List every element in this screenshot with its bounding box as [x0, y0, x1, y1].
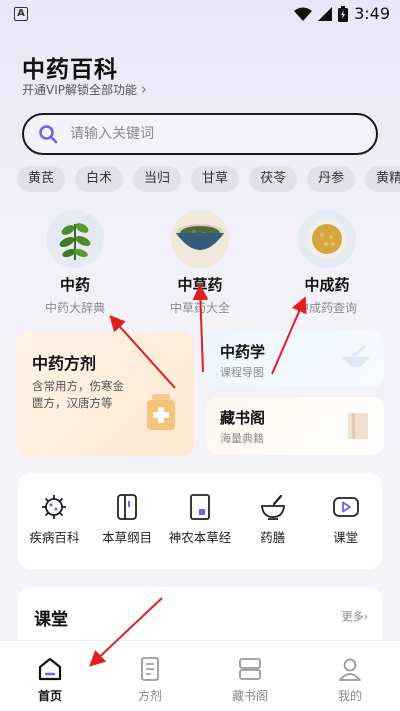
tool-grid: 疾病百科 本草纲目 神农本草经 药膳 课堂 — [18, 473, 382, 569]
category-sub: 中成药查询 — [296, 301, 357, 315]
chip-baizhu[interactable]: 白术 — [75, 166, 124, 192]
tool-jibing[interactable]: 疾病百科 — [19, 493, 89, 569]
chevron-right-icon: › — [363, 610, 368, 623]
chip-huangqi[interactable]: 黄芪 — [17, 166, 66, 192]
category-sub: 中草药大全 — [169, 301, 230, 315]
card-cangshu[interactable]: 藏书阁 海量典籍 — [206, 397, 384, 455]
wifi-icon — [294, 7, 313, 21]
pill-seeds-icon — [298, 210, 356, 268]
tab-label: 方剂 — [137, 689, 162, 703]
app-notification-icon: A — [14, 7, 28, 21]
tab-cangshuge[interactable]: 藏书阁 — [215, 656, 285, 711]
section-title: 课堂 — [34, 610, 68, 630]
vip-text: 开通VIP解锁全部功能 — [22, 82, 137, 97]
classic-book-icon — [190, 494, 210, 520]
tool-yaoshan[interactable]: 药膳 — [238, 493, 308, 569]
search-bar[interactable] — [22, 113, 378, 155]
category-name: 中草药 — [177, 276, 223, 294]
herb-plant-icon — [46, 210, 104, 268]
category-zhongchengyao[interactable]: 中成药 中成药查询 — [272, 210, 382, 316]
category-name: 中成药 — [304, 276, 350, 294]
tab-label: 藏书阁 — [231, 689, 268, 703]
tool-label: 神农本草经 — [168, 530, 232, 545]
bottom-tab-bar: 首页 方剂 藏书阁 我的 — [0, 640, 400, 711]
card-title: 藏书阁 — [220, 409, 266, 427]
tool-shennong[interactable]: 神农本草经 — [165, 493, 235, 569]
book-icon — [117, 494, 138, 520]
battery-icon — [338, 5, 349, 22]
card-desc: 课程导图 — [220, 366, 264, 379]
profile-icon — [339, 658, 361, 681]
chip-fuling[interactable]: 茯苓 — [249, 166, 298, 192]
card-fangji[interactable]: 中药方剂 含常用方，伤寒金匮方，汉唐方等 — [16, 332, 194, 456]
card-zhongyaoxue[interactable]: 中药学 课程导图 — [206, 331, 384, 387]
tool-label: 药膳 — [260, 530, 286, 545]
category-zhongcaoyao[interactable]: 中草药 中草药大全 — [145, 210, 255, 316]
tool-label: 本草纲目 — [102, 530, 153, 545]
more-link[interactable]: 更多› — [342, 608, 368, 624]
status-icons: 3:49 — [294, 4, 390, 23]
search-icon — [39, 125, 58, 144]
hot-keyword-chips: 黄芪 白术 当归 甘草 茯苓 丹参 黄精 — [17, 166, 400, 192]
books-icon — [348, 413, 368, 439]
status-time: 3:49 — [354, 4, 390, 23]
category-name: 中药 — [59, 276, 90, 294]
video-play-icon — [332, 497, 359, 517]
more-label: 更多 — [341, 610, 364, 623]
category-sub: 中药大辞典 — [44, 301, 105, 315]
signal-icon — [318, 6, 333, 21]
virus-icon — [42, 495, 67, 519]
chip-huangjing[interactable]: 黄精 — [365, 166, 400, 192]
chip-danggui[interactable]: 当归 — [133, 166, 182, 192]
tab-fangji[interactable]: 方剂 — [115, 656, 185, 711]
card-title: 中药方剂 — [32, 354, 97, 373]
card-desc: 海量典籍 — [220, 432, 264, 445]
page-title: 中药百科 — [22, 57, 118, 83]
document-icon — [141, 657, 159, 681]
tool-bencao[interactable]: 本草纲目 — [92, 493, 162, 569]
vip-upgrade-link[interactable]: 开通VIP解锁全部功能 › — [22, 80, 147, 98]
medicine-jar-icon — [147, 394, 175, 430]
status-bar: A 3:49 — [0, 0, 400, 28]
mortar-icon — [260, 494, 285, 520]
chip-gancao[interactable]: 甘草 — [191, 166, 240, 192]
herb-bowl-icon — [171, 210, 229, 268]
tab-label: 我的 — [337, 689, 362, 703]
tab-mine[interactable]: 我的 — [315, 656, 385, 711]
tool-label: 课堂 — [333, 530, 359, 545]
library-icon — [239, 658, 261, 680]
tab-home[interactable]: 首页 — [15, 656, 85, 711]
bowl-icon — [342, 345, 370, 367]
chip-danshen[interactable]: 丹参 — [307, 166, 356, 192]
card-desc: 含常用方，伤寒金匮方，汉唐方等 — [32, 379, 124, 410]
home-icon — [38, 657, 62, 681]
card-title: 中药学 — [220, 343, 266, 361]
tool-label: 疾病百科 — [29, 530, 80, 545]
tool-ketang[interactable]: 课堂 — [311, 493, 381, 569]
chevron-right-icon: › — [141, 80, 147, 98]
search-input[interactable] — [70, 126, 340, 142]
category-zhongyao[interactable]: 中药 中药大辞典 — [20, 210, 130, 316]
tab-label: 首页 — [37, 689, 62, 703]
